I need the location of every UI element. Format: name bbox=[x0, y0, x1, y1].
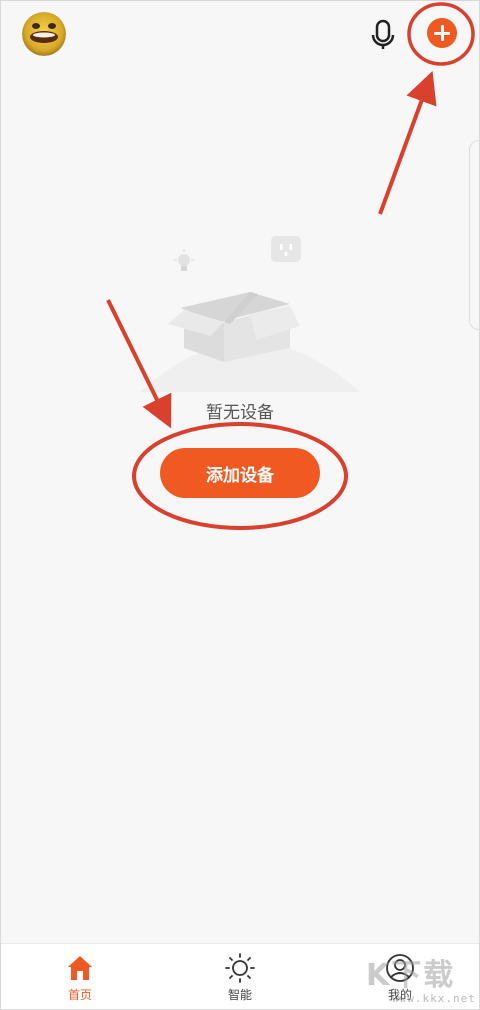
avatar-image bbox=[22, 12, 66, 56]
lightbulb-icon bbox=[174, 249, 194, 271]
socket-icon bbox=[271, 236, 301, 262]
home-icon bbox=[68, 956, 92, 980]
voice-button[interactable] bbox=[368, 18, 398, 52]
watermark: K下载 www.kkx.net bbox=[362, 950, 480, 1010]
nav-item-smart[interactable]: 智能 bbox=[160, 944, 320, 1010]
nav-label-smart: 智能 bbox=[227, 988, 252, 1002]
avatar[interactable] bbox=[22, 12, 66, 56]
add-device-top-button[interactable] bbox=[427, 18, 457, 48]
side-drawer-handle[interactable] bbox=[469, 140, 480, 330]
watermark-logo: K下载 bbox=[366, 958, 456, 993]
annotation-overlay bbox=[106, 2, 475, 530]
nav-item-home[interactable]: 首页 bbox=[0, 944, 160, 1010]
watermark-url: www.kkx.net bbox=[392, 992, 476, 1005]
nav-label-home: 首页 bbox=[67, 988, 92, 1002]
empty-state-message: 暂无设备 bbox=[206, 403, 274, 423]
add-device-button[interactable]: 添加设备 bbox=[160, 448, 320, 498]
annotation-arrow-top bbox=[378, 70, 437, 215]
empty-state-illustration bbox=[140, 232, 360, 392]
microphone-icon bbox=[371, 19, 395, 49]
sun-icon bbox=[225, 953, 255, 983]
